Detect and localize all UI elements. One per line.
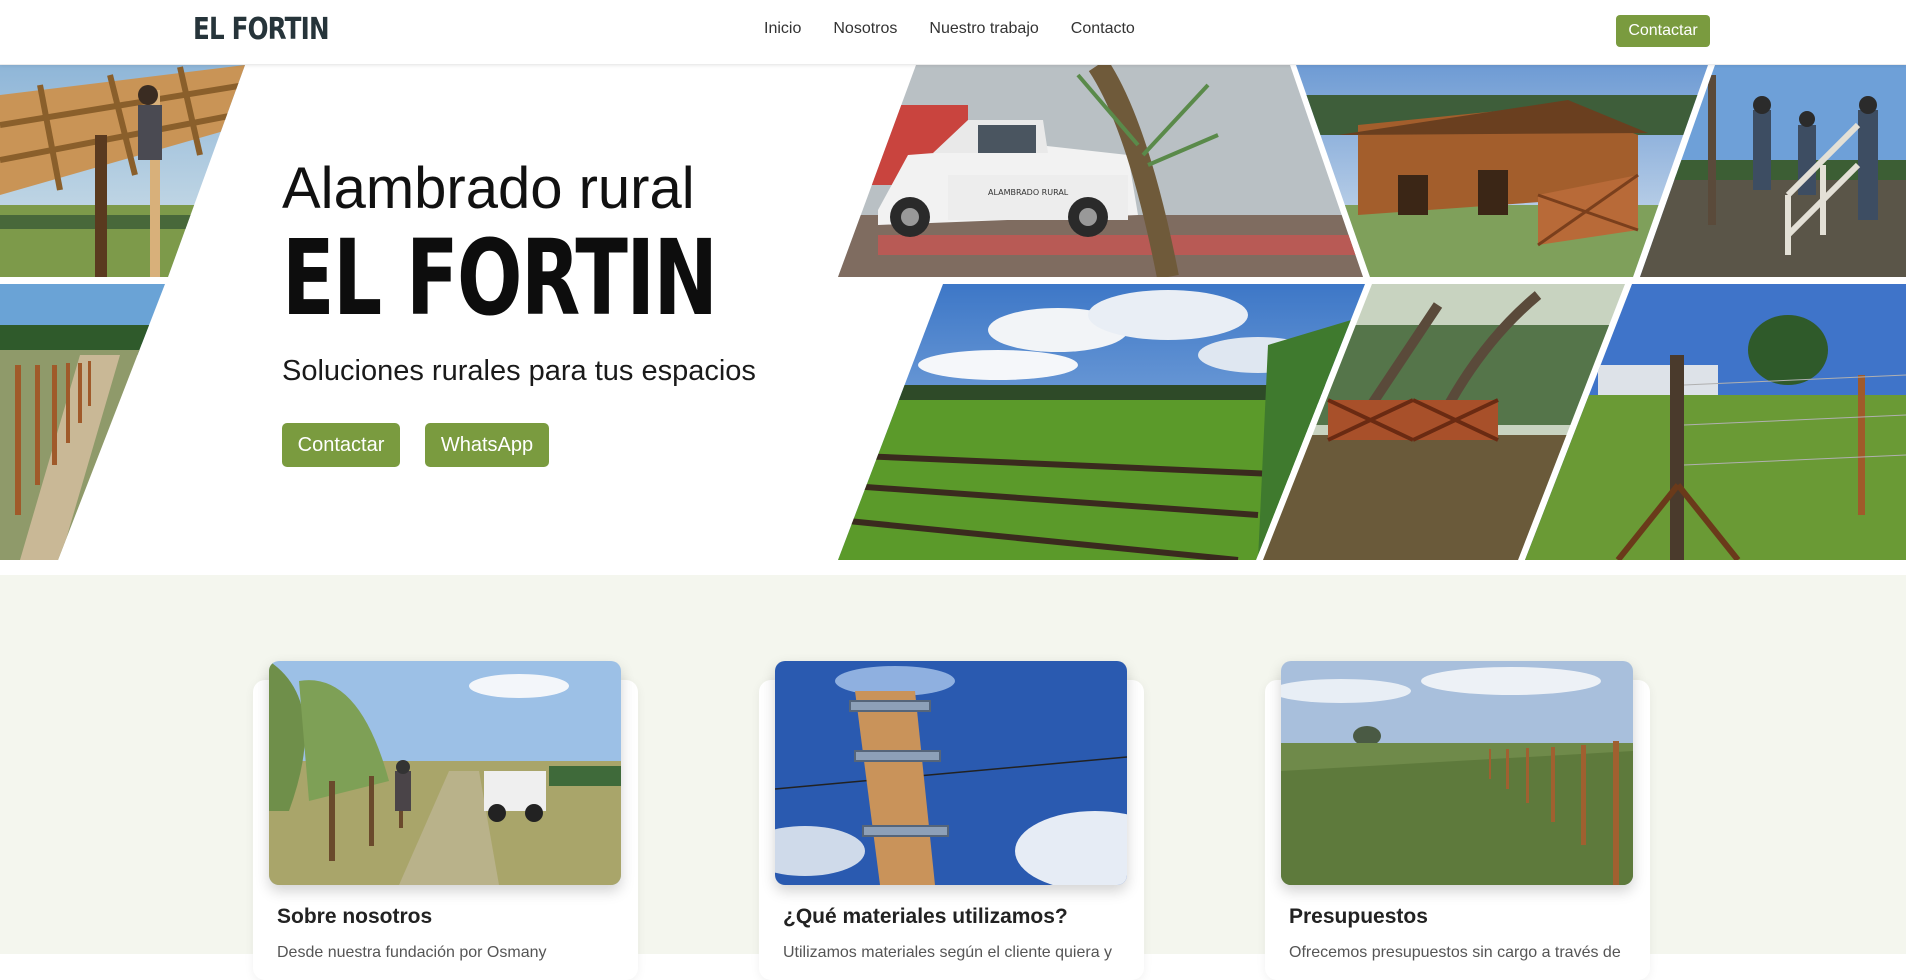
truck-label: ALAMBRADO RURAL	[988, 188, 1069, 197]
card-materials-title: ¿Qué materiales utilizamos?	[783, 905, 1068, 928]
nav-link-inicio[interactable]: Inicio	[764, 20, 801, 38]
hero-contact-button[interactable]: Contactar	[282, 423, 400, 467]
card-about-title: Sobre nosotros	[277, 905, 433, 928]
fence-row-photo	[0, 284, 165, 560]
nav-link-nuestro-trabajo[interactable]: Nuestro trabajo	[929, 20, 1038, 38]
card-materials-text: Utilizamos materiales según el cliente q…	[783, 944, 1113, 961]
card-budget-title: Presupuestos	[1289, 905, 1428, 928]
info-cards-section: Sobre nosotros Desde nuestra fundación p…	[0, 575, 1906, 980]
hero-whatsapp-button[interactable]: WhatsApp	[425, 423, 549, 467]
hero-photo-collage: ALAMBRADO RURAL	[838, 65, 1906, 560]
card-about[interactable]: Sobre nosotros Desde nuestra fundación p…	[253, 661, 638, 980]
card-about-image	[269, 661, 621, 885]
navbar: EL FORTIN Inicio Nosotros Nuestro trabaj…	[0, 0, 1906, 65]
nav-links: Inicio Nosotros Nuestro trabajo Contacto	[764, 20, 1135, 38]
card-about-text: Desde nuestra fundación por Osmany	[277, 944, 547, 961]
brand-logo[interactable]: EL FORTIN	[193, 12, 330, 47]
nav-contact-button[interactable]: Contactar	[1616, 15, 1710, 47]
truck-photo: ALAMBRADO RURAL	[838, 65, 1363, 277]
card-materials-image	[775, 661, 1127, 885]
card-budget-image	[1281, 661, 1633, 885]
hero-title-line1: Alambrado rural	[282, 156, 695, 221]
card-budget-text: Ofrecemos presupuestos sin cargo a travé…	[1289, 944, 1621, 961]
card-budget[interactable]: Presupuestos Ofrecemos presupuestos sin …	[1265, 661, 1650, 980]
nav-link-nosotros[interactable]: Nosotros	[833, 20, 897, 38]
card-materials[interactable]: ¿Qué materiales utilizamos? Utilizamos m…	[759, 661, 1144, 980]
pergola-photo	[0, 65, 245, 277]
hero-subtitle: Soluciones rurales para tus espacios	[282, 355, 756, 387]
hero-title-brand: EL FORTIN	[282, 217, 718, 339]
hero-left-photos	[0, 65, 245, 560]
hero-section: ALAMBRADO RURAL Alambrado rural EL FORTI…	[0, 65, 1906, 560]
nav-link-contacto[interactable]: Contacto	[1071, 20, 1135, 38]
